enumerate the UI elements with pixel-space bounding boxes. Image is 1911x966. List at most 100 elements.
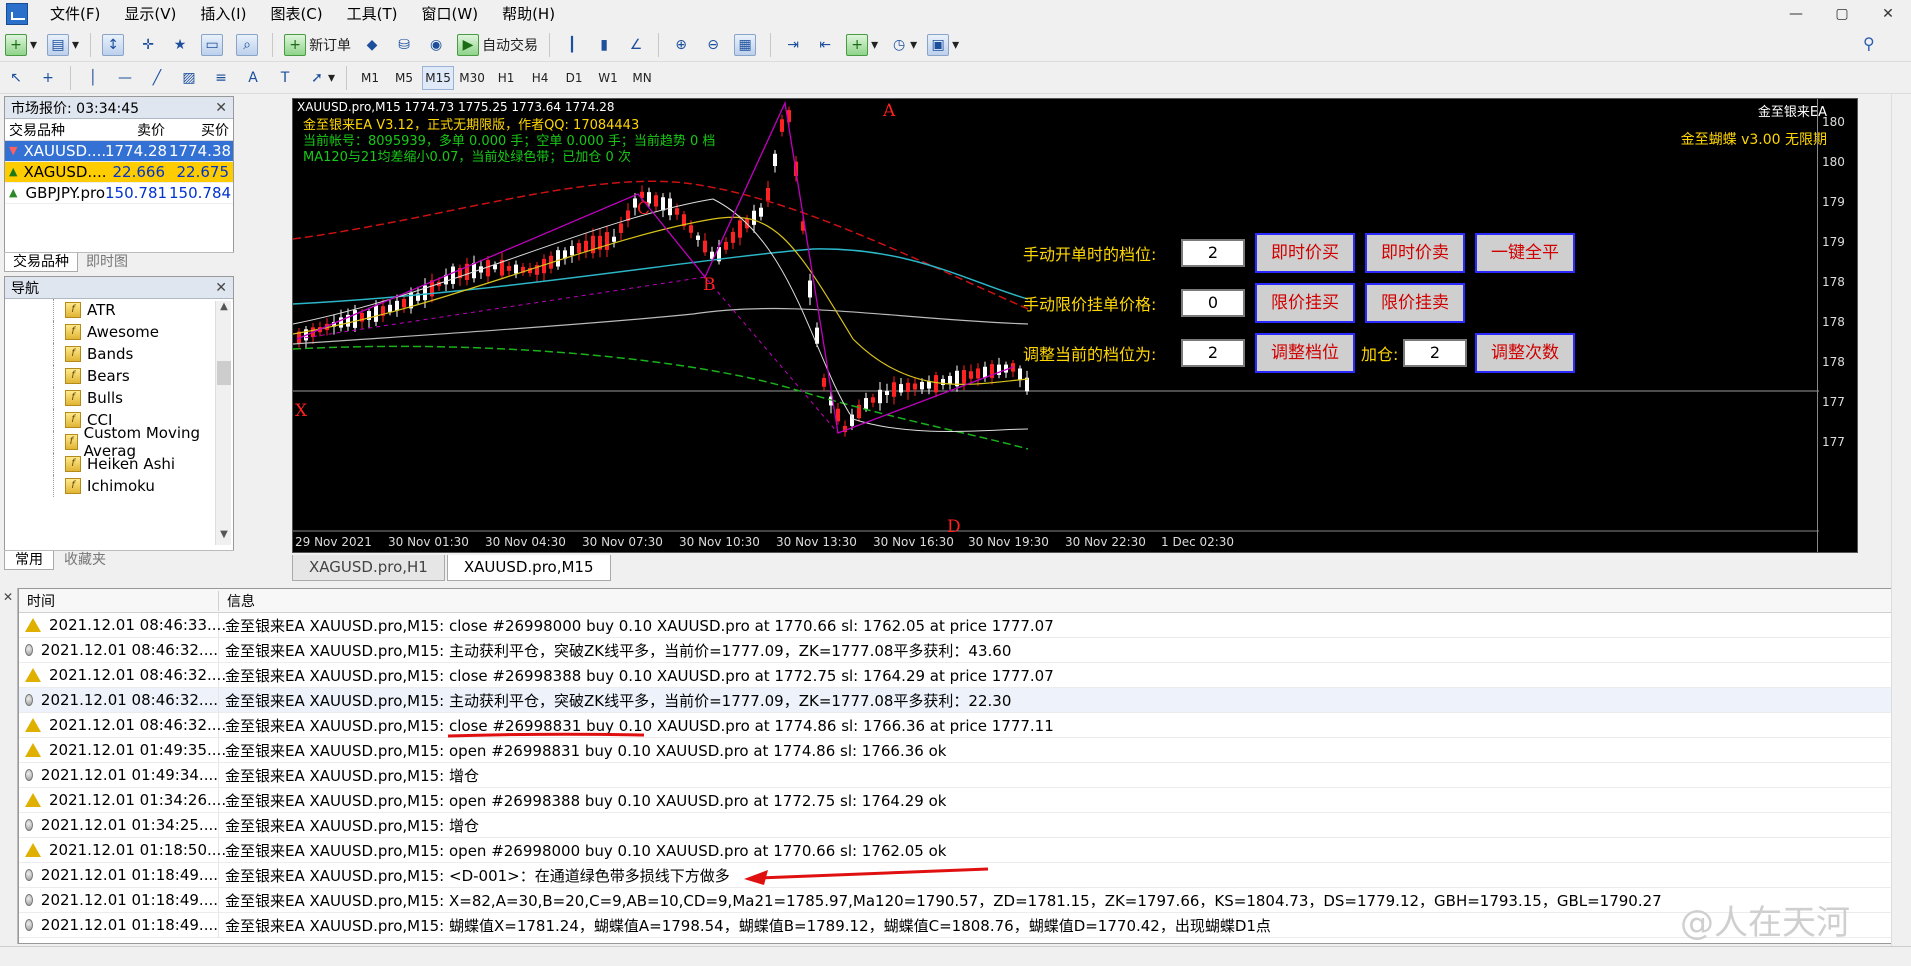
cursor-button[interactable]: ↖ xyxy=(2,64,30,92)
column-ask[interactable]: 买价 xyxy=(169,120,233,140)
zoom-in-button[interactable]: ⊕ xyxy=(667,31,695,59)
auto-trading-button[interactable]: ▶ 自动交易 xyxy=(454,31,541,59)
tab-tick-chart[interactable]: 即时图 xyxy=(78,253,136,272)
market-watch-button[interactable]: ↕ xyxy=(99,31,130,59)
log-row[interactable]: 2021.12.01 01:18:49.... 金至银来EA XAUUSD.pro… xyxy=(19,887,1891,913)
market-watch-row[interactable]: ▲ GBPJPY.pro 150.781 150.784 xyxy=(5,183,233,204)
price-scale[interactable]: 180 180 179 179 178 178 178 177 177 xyxy=(1817,99,1857,552)
navigator-indicator-item[interactable]: f ATR xyxy=(5,299,215,321)
log-row[interactable]: 2021.12.01 01:34:26.... 金至银来EA XAUUSD.pro… xyxy=(19,787,1891,813)
timeframe-m1[interactable]: M1 xyxy=(354,66,386,90)
new-chart-button[interactable]: + ▾ xyxy=(2,31,40,59)
signals-button[interactable]: ◉ xyxy=(422,31,450,59)
text-button[interactable]: A xyxy=(239,64,267,92)
tab-symbols[interactable]: 交易品种 xyxy=(4,253,78,272)
metaeditor-button[interactable]: ◆ xyxy=(358,31,386,59)
column-time[interactable]: 时间 xyxy=(19,590,219,611)
navigator-indicator-item[interactable]: f Awesome xyxy=(5,321,215,343)
limit-sell-button[interactable]: 限价挂卖 xyxy=(1365,283,1465,323)
menu-window[interactable]: 窗口(W) xyxy=(410,0,491,28)
navigator-indicator-item[interactable]: f Heiken Ashi xyxy=(5,453,215,475)
limit-price-input[interactable]: 0 xyxy=(1181,289,1245,317)
log-row[interactable]: 2021.12.01 01:34:25.... 金至银来EA XAUUSD.pro… xyxy=(19,812,1891,838)
crosshair-button[interactable]: + xyxy=(34,64,62,92)
timeframe-mn[interactable]: MN xyxy=(626,66,658,90)
timeframe-d1[interactable]: D1 xyxy=(558,66,590,90)
profiles-button[interactable]: ▤ ▾ xyxy=(44,31,82,59)
timeframe-m5[interactable]: M5 xyxy=(388,66,420,90)
maximize-button[interactable]: ▢ xyxy=(1819,0,1865,28)
adjust-level-button[interactable]: 调整档位 xyxy=(1255,333,1355,373)
line-chart-button[interactable]: ∠ xyxy=(622,31,650,59)
tab-xagusd-h1[interactable]: XAGUSD.pro,H1 xyxy=(292,555,445,581)
candle-chart-button[interactable]: ▮ xyxy=(590,31,618,59)
window-scrollbar[interactable] xyxy=(1891,94,1911,946)
column-symbol[interactable]: 交易品种 xyxy=(5,120,105,140)
menu-file[interactable]: 文件(F) xyxy=(38,0,112,28)
tab-common[interactable]: 常用 xyxy=(4,551,54,570)
menu-tools[interactable]: 工具(T) xyxy=(335,0,410,28)
menu-help[interactable]: 帮助(H) xyxy=(490,0,567,28)
periods-button[interactable]: ◷ ▾ xyxy=(885,31,920,59)
new-order-button[interactable]: + 新订单 xyxy=(281,31,354,59)
scroll-up-icon[interactable]: ▲ xyxy=(216,301,232,317)
price-chart[interactable]: XAUUSD.pro,M15 1774.73 1775.25 1773.64 1… xyxy=(292,98,1858,553)
log-row[interactable]: 2021.12.01 01:18:50.... 金至银来EA XAUUSD.pro… xyxy=(19,837,1891,863)
limit-buy-button[interactable]: 限价挂买 xyxy=(1255,283,1355,323)
market-button[interactable]: ⛁ xyxy=(390,31,418,59)
buy-now-button[interactable]: 即时价买 xyxy=(1255,233,1355,273)
menu-charts[interactable]: 图表(C) xyxy=(258,0,334,28)
channel-button[interactable]: ▨ xyxy=(175,64,203,92)
log-row[interactable]: 2021.12.01 08:46:32.... 金至银来EA XAUUSD.pro… xyxy=(19,662,1891,688)
navigator-indicator-item[interactable]: f Bears xyxy=(5,365,215,387)
close-icon[interactable]: ✕ xyxy=(3,590,13,604)
vertical-line-button[interactable]: │ xyxy=(79,64,107,92)
close-button[interactable]: ✕ xyxy=(1865,0,1911,28)
label-button[interactable]: T xyxy=(271,64,299,92)
tab-xauusd-m15[interactable]: XAUUSD.pro,M15 xyxy=(446,555,611,581)
scroll-thumb[interactable] xyxy=(217,361,231,385)
minimize-button[interactable]: — xyxy=(1773,0,1819,28)
indicators-button[interactable]: + ▾ xyxy=(843,31,881,59)
market-watch-row[interactable]: ▲ XAGUSD.... 22.666 22.675 xyxy=(5,162,233,183)
tile-windows-button[interactable]: ▦ xyxy=(731,31,762,59)
timeframe-w1[interactable]: W1 xyxy=(592,66,624,90)
log-row[interactable]: 2021.12.01 08:46:33.... 金至银来EA XAUUSD.pro… xyxy=(19,612,1891,638)
log-row[interactable]: 2021.12.01 08:46:32.... 金至银来EA XAUUSD.pro… xyxy=(19,687,1891,713)
timeframe-h4[interactable]: H4 xyxy=(524,66,556,90)
open-level-input[interactable]: 2 xyxy=(1181,239,1245,267)
tester-button[interactable]: ⌕ xyxy=(233,31,264,59)
column-bid[interactable]: 卖价 xyxy=(105,120,169,140)
log-row[interactable]: 2021.12.01 01:18:49.... 金至银来EA XAUUSD.pro… xyxy=(19,912,1891,938)
data-window-button[interactable]: ✛ xyxy=(134,31,162,59)
templates-button[interactable]: ▣ ▾ xyxy=(924,31,962,59)
timeframe-m30[interactable]: M30 xyxy=(456,66,488,90)
terminal-button[interactable]: ▭ xyxy=(198,31,229,59)
navigator-indicator-item[interactable]: f Bulls xyxy=(5,387,215,409)
log-row[interactable]: 2021.12.01 08:46:32.... 金至银来EA XAUUSD.pro… xyxy=(19,637,1891,663)
log-row[interactable]: 2021.12.01 01:49:35.... 金至银来EA XAUUSD.pro… xyxy=(19,737,1891,763)
fibonacci-button[interactable]: ≡ xyxy=(207,64,235,92)
adjust-count-button[interactable]: 调整次数 xyxy=(1475,333,1575,373)
navigator-indicator-item[interactable]: f Ichimoku xyxy=(5,475,215,497)
scroll-down-icon[interactable]: ▼ xyxy=(216,529,232,545)
menu-view[interactable]: 显示(V) xyxy=(112,0,188,28)
trendline-button[interactable]: ╱ xyxy=(143,64,171,92)
close-icon[interactable]: ✕ xyxy=(215,280,227,296)
close-all-button[interactable]: 一键全平 xyxy=(1475,233,1575,273)
horizontal-line-button[interactable]: — xyxy=(111,64,139,92)
zoom-out-button[interactable]: ⊖ xyxy=(699,31,727,59)
close-icon[interactable]: ✕ xyxy=(215,100,227,116)
add-position-input[interactable]: 2 xyxy=(1403,339,1467,367)
search-icon[interactable]: ⚲ xyxy=(1863,34,1883,54)
navigator-button[interactable]: ★ xyxy=(166,31,194,59)
log-row[interactable]: 2021.12.01 01:49:34.... 金至银来EA XAUUSD.pro… xyxy=(19,762,1891,788)
navigator-indicator-item[interactable]: f Bands xyxy=(5,343,215,365)
navigator-indicator-item[interactable]: f Custom Moving Averag xyxy=(5,424,215,460)
chart-shift-button[interactable]: ⇥ xyxy=(779,31,807,59)
menu-insert[interactable]: 插入(I) xyxy=(188,0,258,28)
bar-chart-button[interactable]: ┃ xyxy=(558,31,586,59)
timeframe-m15[interactable]: M15 xyxy=(422,65,455,90)
arrows-button[interactable]: ➚ ▾ xyxy=(303,64,338,92)
column-message[interactable]: 信息 xyxy=(219,591,255,611)
